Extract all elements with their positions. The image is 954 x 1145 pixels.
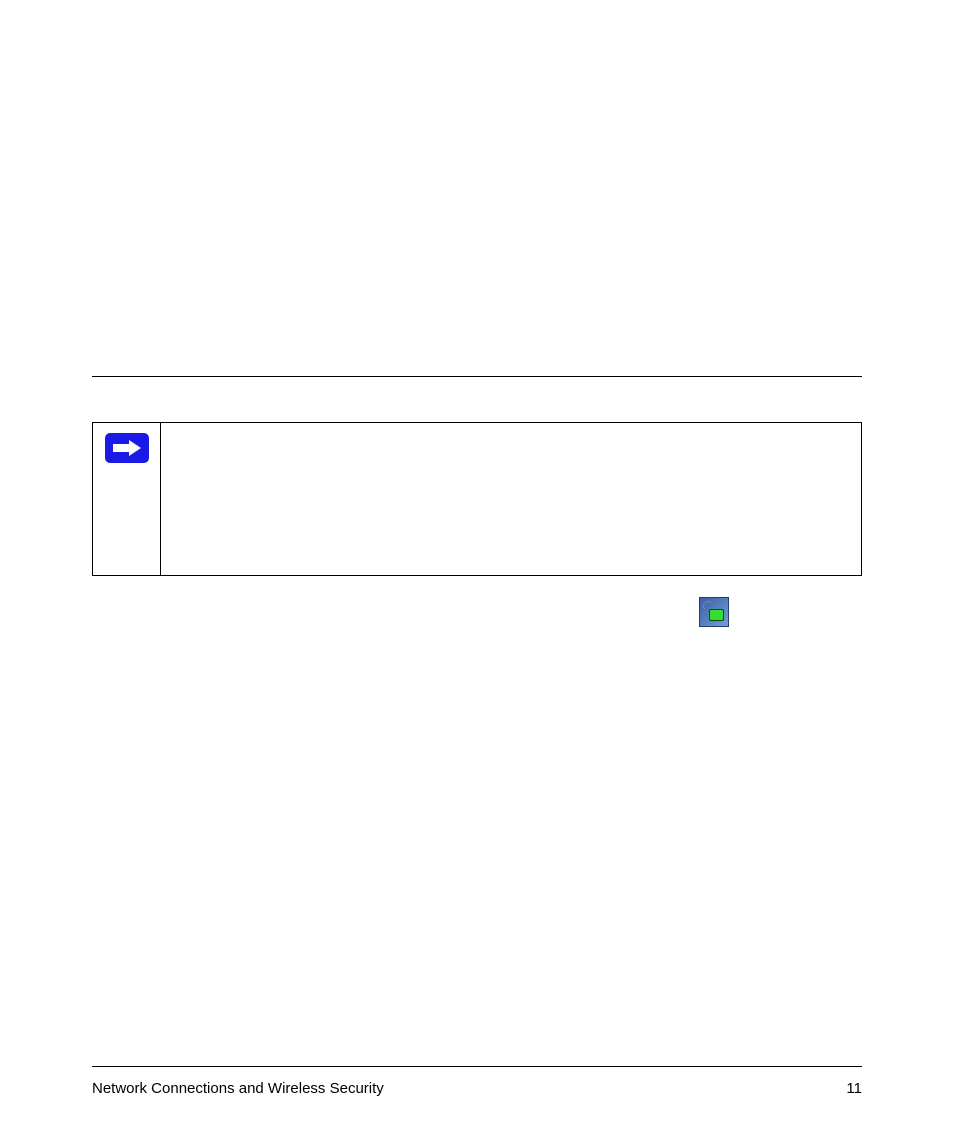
page-footer: Network Connections and Wireless Securit… [92, 1080, 862, 1097]
monitor-glyph [709, 609, 724, 621]
horizontal-rule [92, 376, 862, 377]
arrow-right-icon [105, 433, 149, 463]
footer-rule [92, 1066, 862, 1067]
note-icon-cell [93, 423, 161, 575]
footer-page-number: 11 [846, 1080, 862, 1097]
content-area: Network Connections and Wireless Securit… [92, 0, 862, 1145]
document-page: Network Connections and Wireless Securit… [0, 0, 954, 1145]
smart-wizard-tray-icon [699, 597, 729, 627]
note-box [92, 422, 862, 576]
note-text-cell [161, 423, 861, 575]
footer-section-title: Network Connections and Wireless Securit… [92, 1080, 384, 1097]
